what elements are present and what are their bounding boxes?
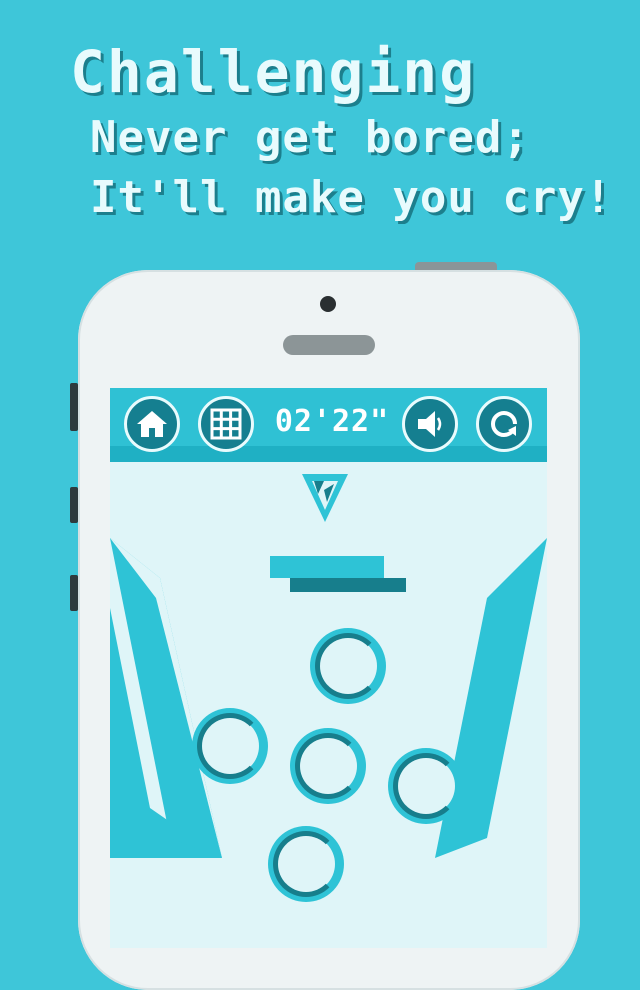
ring-target[interactable] <box>310 628 386 704</box>
game-timer: 02'22" <box>274 404 390 439</box>
ring-inner-arc <box>315 633 381 699</box>
headline-title: Challenging <box>70 38 477 106</box>
grid-icon <box>210 408 242 440</box>
phone-camera <box>320 296 336 312</box>
ring-target[interactable] <box>388 748 464 824</box>
speaker-icon <box>418 411 442 437</box>
ring-target[interactable] <box>192 708 268 784</box>
phone-side-button <box>70 383 78 431</box>
home-button[interactable] <box>124 396 180 452</box>
levels-button[interactable] <box>198 396 254 452</box>
restart-icon <box>491 411 518 438</box>
ring-target[interactable] <box>268 826 344 902</box>
ring-inner-arc <box>393 753 459 819</box>
ring-target[interactable] <box>290 728 366 804</box>
game-toolbar: 02'22" <box>110 388 547 462</box>
home-icon <box>137 411 167 437</box>
platform-bar-top <box>270 556 384 578</box>
game-screen: 02'22" <box>110 388 547 948</box>
phone-volume-down-button <box>70 575 78 611</box>
triangle-logo-icon <box>302 474 348 522</box>
left-wedge-obstacle <box>110 538 222 858</box>
sound-button[interactable] <box>402 396 458 452</box>
ring-inner-arc <box>197 713 263 779</box>
headline-line-1: Never get bored; <box>90 112 530 163</box>
ring-inner-arc <box>273 831 339 897</box>
platform-bar-bottom <box>290 578 406 592</box>
headline-line-2: It'll make you cry! <box>90 172 613 223</box>
phone-speaker <box>283 335 375 355</box>
restart-button[interactable] <box>476 396 532 452</box>
ring-inner-arc <box>295 733 361 799</box>
toolbar-stripe <box>110 446 547 462</box>
phone-volume-up-button <box>70 487 78 523</box>
